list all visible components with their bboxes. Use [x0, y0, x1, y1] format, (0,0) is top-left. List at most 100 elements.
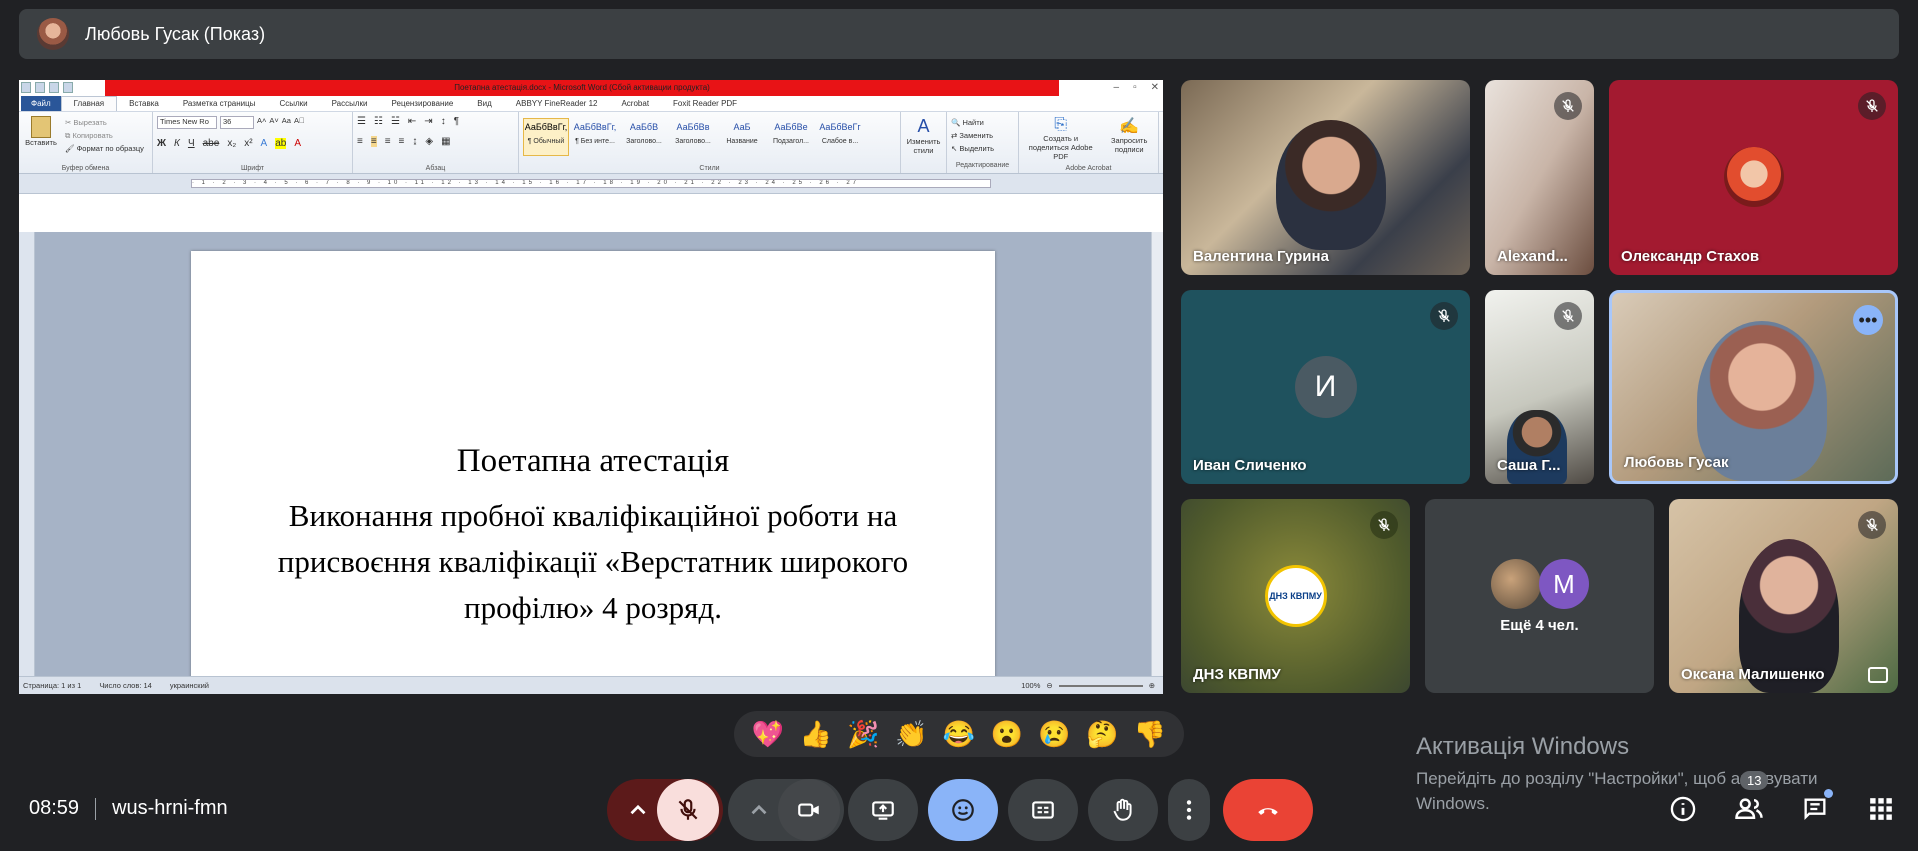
font-color-icon[interactable]: A	[294, 138, 301, 149]
superscript-icon[interactable]: x²	[244, 138, 252, 149]
mic-toggle-button[interactable]	[657, 779, 719, 841]
bold-icon[interactable]: Ж	[157, 138, 166, 149]
grow-font-icon[interactable]: A˄	[257, 116, 266, 129]
ribbon-tab[interactable]: Acrobat	[609, 97, 661, 111]
increase-indent-icon[interactable]: ⇥	[424, 116, 432, 127]
ribbon-tab[interactable]: Ссылки	[267, 97, 319, 111]
reaction-emoji[interactable]: 😂	[943, 719, 975, 750]
ribbon-tabs[interactable]: Файл Главная Вставка Разметка страницы Ссылк…	[19, 96, 1163, 112]
shading-icon[interactable]: ◈	[425, 136, 433, 147]
participant-tile[interactable]: ДНЗ КВПМУ ДНЗ КВПМУ	[1181, 499, 1410, 693]
ribbon-tab[interactable]: Рецензирование	[380, 97, 466, 111]
ribbon-tab[interactable]: Вставка	[117, 97, 171, 111]
presenter-bar[interactable]: Любовь Гусак (Показ)	[19, 9, 1899, 59]
more-options-button[interactable]	[1168, 779, 1210, 841]
ribbon-tab[interactable]: ABBYY FineReader 12	[504, 97, 610, 111]
more-people-tile[interactable]: M Ещё 4 чел.	[1425, 499, 1654, 693]
participant-tile[interactable]: Олександр Стахов	[1609, 80, 1898, 275]
font-name-field[interactable]: Times New Ro	[157, 116, 217, 129]
cut-button[interactable]: ✂ Вырезать	[65, 116, 144, 129]
horizontal-ruler[interactable]: · 1 · 2 · 3 · 4 · 5 · 6 · 7 · 8 · 9 · 10…	[19, 174, 1163, 194]
vertical-scrollbar[interactable]	[1151, 232, 1163, 676]
highlight-icon[interactable]: ab	[275, 138, 287, 149]
style-item[interactable]: АаБбВе Подзагол...	[768, 118, 814, 156]
borders-icon[interactable]: ▦	[441, 136, 450, 147]
raise-hand-button[interactable]	[1088, 779, 1158, 841]
reaction-emoji[interactable]: 👏	[895, 719, 927, 750]
numbering-icon[interactable]: ☷	[374, 116, 383, 127]
select-button[interactable]: ↖ Выделить	[951, 142, 1014, 155]
reaction-emoji[interactable]: 👎	[1134, 719, 1166, 750]
emoji-button[interactable]	[928, 779, 998, 841]
paste-button[interactable]: Вставить	[23, 116, 59, 155]
reaction-emoji[interactable]: 😮	[991, 719, 1023, 750]
style-item[interactable]: АаБбВвГг, ¶ Обычный	[523, 118, 569, 156]
align-right-icon[interactable]: ≡	[385, 136, 391, 147]
ribbon-tab[interactable]: Foxit Reader PDF	[661, 97, 749, 111]
italic-icon[interactable]: К	[174, 138, 180, 149]
reaction-emoji[interactable]: 💖	[752, 719, 784, 750]
window-controls[interactable]: – ▫ ✕	[1114, 80, 1160, 96]
camera-toggle-button[interactable]	[778, 779, 840, 841]
style-item[interactable]: АаБ Название	[719, 118, 765, 156]
present-button[interactable]	[848, 779, 918, 841]
align-center-icon[interactable]: ≡	[370, 136, 377, 147]
style-item[interactable]: АаБбВ Заголово...	[621, 118, 667, 156]
subscript-icon[interactable]: x₂	[227, 138, 236, 149]
reaction-emoji[interactable]: 😢	[1038, 719, 1070, 750]
ribbon-tab[interactable]: Рассылки	[320, 97, 380, 111]
reaction-emoji[interactable]: 👍	[799, 719, 831, 750]
more-options-icon[interactable]: •••	[1853, 305, 1883, 335]
reaction-emoji[interactable]: 🎉	[847, 719, 879, 750]
change-styles-button[interactable]: A Изменить стили	[901, 112, 947, 173]
chat-button[interactable]	[1800, 789, 1833, 824]
leave-call-button[interactable]	[1223, 779, 1313, 841]
multilevel-icon[interactable]: ☱	[391, 116, 400, 127]
activities-button[interactable]	[1866, 794, 1896, 824]
shrink-font-icon[interactable]: A˅	[269, 116, 278, 129]
participant-tile-active[interactable]: ••• Любовь Гусак	[1609, 290, 1898, 484]
style-item[interactable]: АаБбВеГг Слабое в...	[817, 118, 863, 156]
font-size-field[interactable]: 36	[220, 116, 254, 129]
participant-tile[interactable]: Оксана Малишенко	[1669, 499, 1898, 693]
find-button[interactable]: 🔍 Найти	[951, 116, 1014, 129]
shared-screen[interactable]: Поетапна атестація.docx - Microsoft Word…	[19, 80, 1163, 694]
camera-control	[728, 779, 844, 841]
meeting-details-button[interactable]	[1668, 794, 1698, 824]
ribbon-tab[interactable]: Вид	[465, 97, 503, 111]
format-painter-button[interactable]: 🖌 Формат по образцу	[65, 142, 144, 155]
line-spacing-icon[interactable]: ↨	[412, 136, 417, 147]
document-page[interactable]: Поетапна атестація Виконання пробної ква…	[191, 251, 995, 676]
underline-icon[interactable]: Ч	[188, 138, 195, 149]
zoom-control[interactable]: 100% ⊖ ⊕	[1021, 681, 1155, 690]
ribbon-tab[interactable]: Главная	[60, 96, 118, 111]
clear-format-icon[interactable]: A⃠	[294, 116, 305, 129]
justify-icon[interactable]: ≡	[399, 136, 405, 147]
copy-button[interactable]: ⧉ Копировать	[65, 129, 144, 142]
replace-button[interactable]: ⇄ Заменить	[951, 129, 1014, 142]
pip-icon[interactable]	[1868, 667, 1888, 683]
style-item[interactable]: АаБбВв Заголово...	[670, 118, 716, 156]
decrease-indent-icon[interactable]: ⇤	[408, 116, 416, 127]
text-effects-icon[interactable]: A	[261, 138, 268, 149]
participant-tile[interactable]: Саша Г...	[1485, 290, 1594, 484]
participant-tile[interactable]: И Иван Сличенко	[1181, 290, 1470, 484]
reaction-emoji[interactable]: 🤔	[1086, 719, 1118, 750]
doc-body: Виконання пробної кваліфікаційної роботи…	[277, 498, 909, 625]
style-item[interactable]: АаБбВвГг, ¶ Без инте...	[572, 118, 618, 156]
pilcrow-icon[interactable]: ¶	[454, 116, 459, 127]
align-left-icon[interactable]: ≡	[357, 136, 363, 147]
case-icon[interactable]: Aa	[282, 116, 291, 129]
participant-tile[interactable]: Валентина Гурина	[1181, 80, 1470, 275]
people-icon	[1735, 798, 1763, 819]
strike-icon[interactable]: abe	[203, 138, 220, 149]
quick-access-toolbar[interactable]	[21, 82, 73, 93]
sort-icon[interactable]: ↕	[441, 116, 446, 127]
bullets-icon[interactable]: ☰	[357, 116, 366, 127]
ribbon-tab[interactable]: Файл	[21, 96, 61, 111]
word-status-bar: Страница: 1 из 1 Число слов: 14 украинск…	[19, 676, 1163, 694]
people-button[interactable]: 13	[1734, 771, 1769, 824]
ribbon-tab[interactable]: Разметка страницы	[171, 97, 268, 111]
captions-button[interactable]	[1008, 779, 1078, 841]
participant-tile[interactable]: Alexand...	[1485, 80, 1594, 275]
